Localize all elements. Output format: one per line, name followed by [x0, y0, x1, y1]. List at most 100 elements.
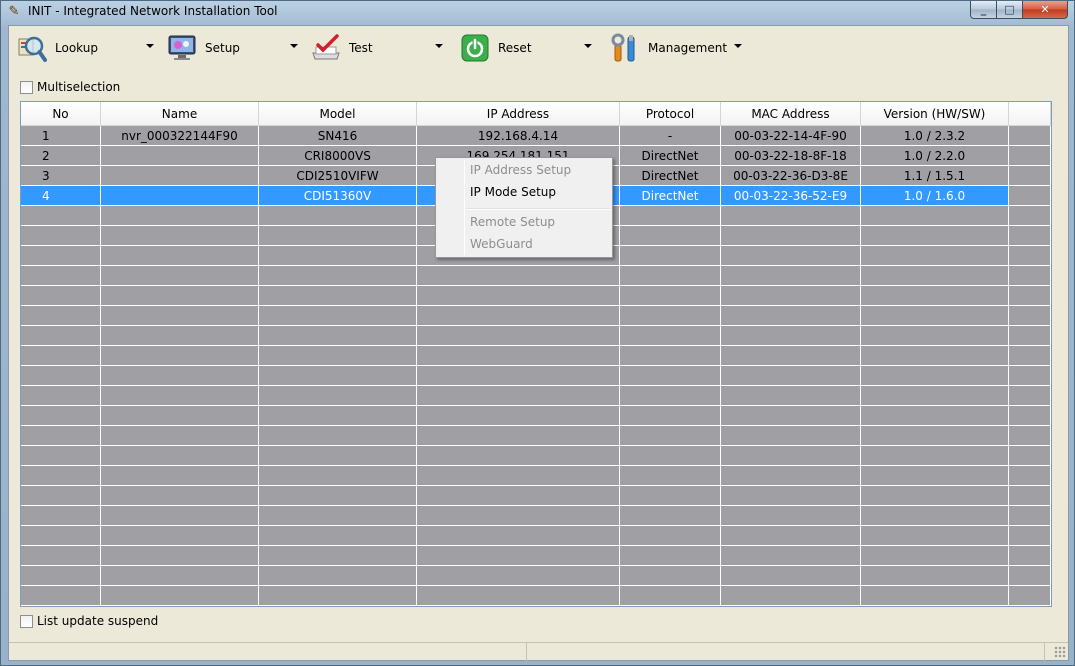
maximize-button[interactable]: □ [997, 1, 1023, 19]
setup-button[interactable]: Setup [167, 32, 240, 64]
cell-model [259, 366, 417, 386]
cell-name [101, 406, 259, 426]
cell-mac-address [721, 226, 861, 246]
multiselection-checkbox-row[interactable]: Multiselection [20, 80, 120, 94]
empty-table-row [21, 406, 1051, 426]
setup-dropdown-icon[interactable] [290, 44, 298, 48]
empty-table-row [21, 306, 1051, 326]
reset-dropdown-icon[interactable] [584, 44, 592, 48]
cell-model [259, 266, 417, 286]
cell-model [259, 466, 417, 486]
cell-model: CDI2510VIFW [259, 166, 417, 186]
empty-table-row [21, 266, 1051, 286]
cell-version [861, 286, 1009, 306]
cell-version [861, 526, 1009, 546]
resize-grip-icon[interactable] [1054, 646, 1066, 658]
cell-no: 2 [21, 146, 101, 166]
cell-name [101, 146, 259, 166]
cell-version [861, 446, 1009, 466]
cell-name [101, 586, 259, 606]
cell-version [861, 366, 1009, 386]
empty-table-row [21, 506, 1051, 526]
cell-name [101, 386, 259, 406]
reset-label: Reset [498, 41, 532, 55]
cell-model [259, 486, 417, 506]
cell-no [21, 466, 101, 486]
cell-no [21, 526, 101, 546]
column-header-mac-address[interactable]: MAC Address [721, 102, 861, 126]
cell-model [259, 586, 417, 606]
menu-item-webguard[interactable]: WebGuard [470, 234, 533, 254]
app-window: ✎ INIT - Integrated Network Installation… [0, 0, 1075, 666]
minimize-button[interactable]: _ [970, 1, 997, 19]
cell-filler [1009, 206, 1051, 226]
menu-item-remote-setup[interactable]: Remote Setup [470, 212, 555, 232]
cell-ip-address [417, 506, 620, 526]
cell-mac-address [721, 326, 861, 346]
empty-table-row [21, 586, 1051, 606]
close-button[interactable]: ✕ [1023, 1, 1068, 19]
lookup-button[interactable]: Lookup [17, 32, 98, 64]
cell-version [861, 486, 1009, 506]
cell-filler [1009, 186, 1051, 206]
column-header-model[interactable]: Model [259, 102, 417, 126]
cell-mac-address: 00-03-22-14-4F-90 [721, 126, 861, 146]
status-bar [9, 642, 1068, 661]
cell-version [861, 546, 1009, 566]
management-button[interactable]: Management [610, 32, 727, 64]
client-area: Lookup Setup Test Reset Management Multi… [8, 25, 1069, 661]
tools-icon [610, 33, 640, 63]
cell-protocol [620, 526, 721, 546]
toolbar: Lookup Setup Test Reset Management [9, 26, 1068, 70]
table-row[interactable]: 1 nvr_000322144F90 SN416 192.168.4.14-00-03… [21, 126, 1051, 146]
column-header-name[interactable]: Name [101, 102, 259, 126]
cell-model [259, 446, 417, 466]
empty-table-row [21, 546, 1051, 566]
menu-item-ip-mode-setup[interactable]: IP Mode Setup [470, 182, 556, 202]
cell-protocol [620, 226, 721, 246]
cell-no [21, 366, 101, 386]
test-dropdown-icon[interactable] [435, 44, 443, 48]
lookup-dropdown-icon[interactable] [146, 44, 154, 48]
menu-item-ip-address-setup[interactable]: IP Address Setup [470, 160, 571, 180]
cell-name [101, 346, 259, 366]
cell-no [21, 406, 101, 426]
list-update-suspend-checkbox[interactable] [20, 614, 33, 628]
management-dropdown-icon[interactable] [734, 44, 742, 48]
cell-name [101, 326, 259, 346]
context-menu-separator [466, 208, 610, 210]
cell-version [861, 506, 1009, 526]
cell-protocol [620, 566, 721, 586]
cell-filler [1009, 426, 1051, 446]
cell-name [101, 186, 259, 206]
cell-filler [1009, 406, 1051, 426]
title-bar[interactable]: ✎ INIT - Integrated Network Installation… [1, 1, 1074, 23]
cell-name [101, 366, 259, 386]
column-header-no[interactable]: No [21, 102, 101, 126]
cell-no [21, 446, 101, 466]
column-header-protocol[interactable]: Protocol [620, 102, 721, 126]
cell-ip-address [417, 526, 620, 546]
status-pane-right [527, 643, 1045, 661]
cell-ip-address [417, 386, 620, 406]
empty-table-row [21, 446, 1051, 466]
column-header-version[interactable]: Version (HW/SW) [861, 102, 1009, 126]
monitor-settings-icon [167, 33, 197, 63]
table-header: No Name Model IP Address Protocol MAC Ad… [21, 102, 1051, 126]
multiselection-checkbox[interactable] [20, 80, 33, 94]
cell-protocol [620, 266, 721, 286]
cell-filler [1009, 546, 1051, 566]
cell-protocol [620, 386, 721, 406]
cell-version: 1.1 / 1.5.1 [861, 166, 1009, 186]
reset-button[interactable]: Reset [460, 32, 532, 64]
list-update-suspend-row[interactable]: List update suspend [20, 614, 158, 628]
column-header-ip-address[interactable]: IP Address [417, 102, 620, 126]
cell-mac-address: 00-03-22-36-52-E9 [721, 186, 861, 206]
test-label: Test [349, 41, 373, 55]
cell-no [21, 506, 101, 526]
cell-name [101, 446, 259, 466]
test-button[interactable]: Test [311, 32, 373, 64]
cell-no: 3 [21, 166, 101, 186]
cell-mac-address [721, 286, 861, 306]
cell-mac-address: 00-03-22-18-8F-18 [721, 146, 861, 166]
